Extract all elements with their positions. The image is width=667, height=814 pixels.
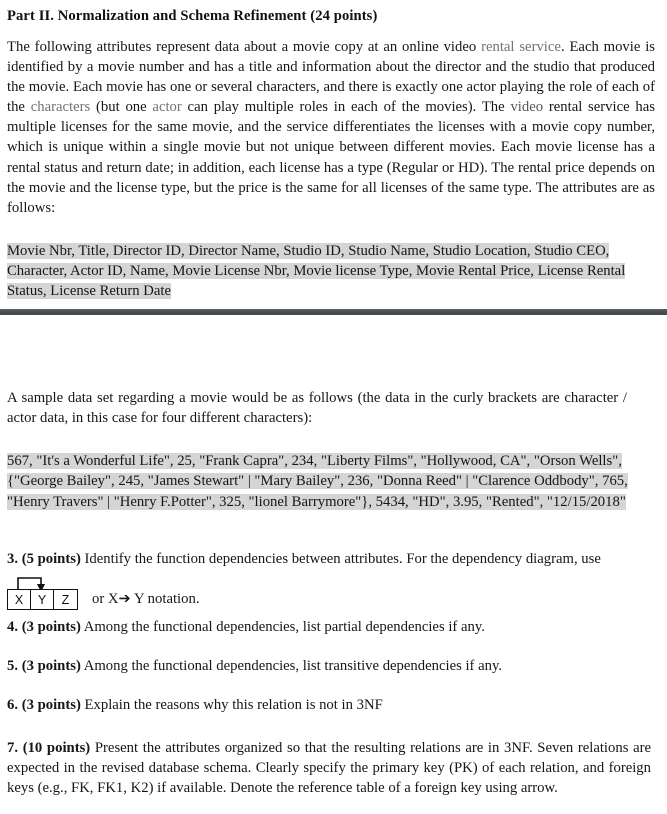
sample-data-intro-paragraph: A sample data set regarding a movie woul… (7, 390, 627, 427)
attributes-highlight-block: Movie Nbr, Title, Director ID, Director … (7, 218, 655, 302)
question-5-text: Among the functional dependencies, list … (80, 658, 503, 674)
question-5: 5. (3 points) Among the functional depen… (7, 656, 647, 676)
question-6-points: (3 points) (21, 697, 81, 713)
intro-faded-video: video (510, 99, 544, 116)
intro-faded-actor: actor (152, 99, 182, 116)
question-7-number: 7. (7, 740, 19, 756)
question-4-number: 4. (7, 619, 19, 635)
question-4: 4. (3 points) Among the functional depen… (7, 617, 647, 637)
question-3-text: Identify the function dependencies betwe… (80, 551, 601, 567)
question-5-points: (3 points) (21, 658, 81, 674)
intro-text-4: can play multiple roles in each of the m… (181, 99, 511, 116)
sample-data-text: 567, "It's a Wonderful Life", 25, "Frank… (7, 453, 628, 510)
question-6-text: Explain the reasons why this relation is… (80, 697, 383, 713)
dependency-diagram: X Y Z (7, 572, 83, 610)
dependency-cell-x: X (8, 590, 31, 609)
question-7-text: Present the attributes organized so that… (7, 740, 652, 797)
page-title: Part II. Normalization and Schema Refine… (7, 8, 378, 24)
question-3-number: 3. (7, 551, 19, 567)
dependency-notation-text: or X➔ Y notation. (92, 591, 200, 607)
question-3-points: (5 points) (21, 551, 81, 567)
document-page: Part II. Normalization and Schema Refine… (0, 0, 667, 814)
dependency-cell-boxes: X Y Z (7, 589, 78, 610)
dependency-diagram-row: X Y Z or X➔ Y notation. (7, 566, 200, 610)
question-7-points: (10 points) (22, 740, 91, 756)
question-5-number: 5. (7, 658, 19, 674)
question-6-number: 6. (7, 697, 19, 713)
sample-data-highlight-block: 567, "It's a Wonderful Life", 25, "Frank… (7, 438, 639, 512)
intro-text-3: (but one (90, 99, 153, 116)
section-divider (0, 309, 667, 315)
question-6: 6. (3 points) Explain the reasons why th… (7, 695, 647, 715)
intro-faded-rental-service: rental service (481, 38, 561, 55)
dependency-cell-y: Y (31, 590, 54, 609)
intro-text-5: rental service has multiple licenses for… (7, 99, 655, 216)
attributes-list-text: Movie Nbr, Title, Director ID, Director … (7, 242, 626, 300)
dependency-cell-z: Z (61, 592, 70, 607)
question-4-points: (3 points) (21, 619, 81, 635)
question-7: 7. (10 points) Present the attributes or… (7, 738, 651, 798)
intro-paragraph: The following attributes represent data … (7, 26, 655, 218)
question-4-text: Among the functional dependencies, list … (80, 619, 485, 635)
intro-faded-characters: characters (30, 99, 91, 116)
intro-text-1: The following attributes represent data … (7, 38, 482, 55)
